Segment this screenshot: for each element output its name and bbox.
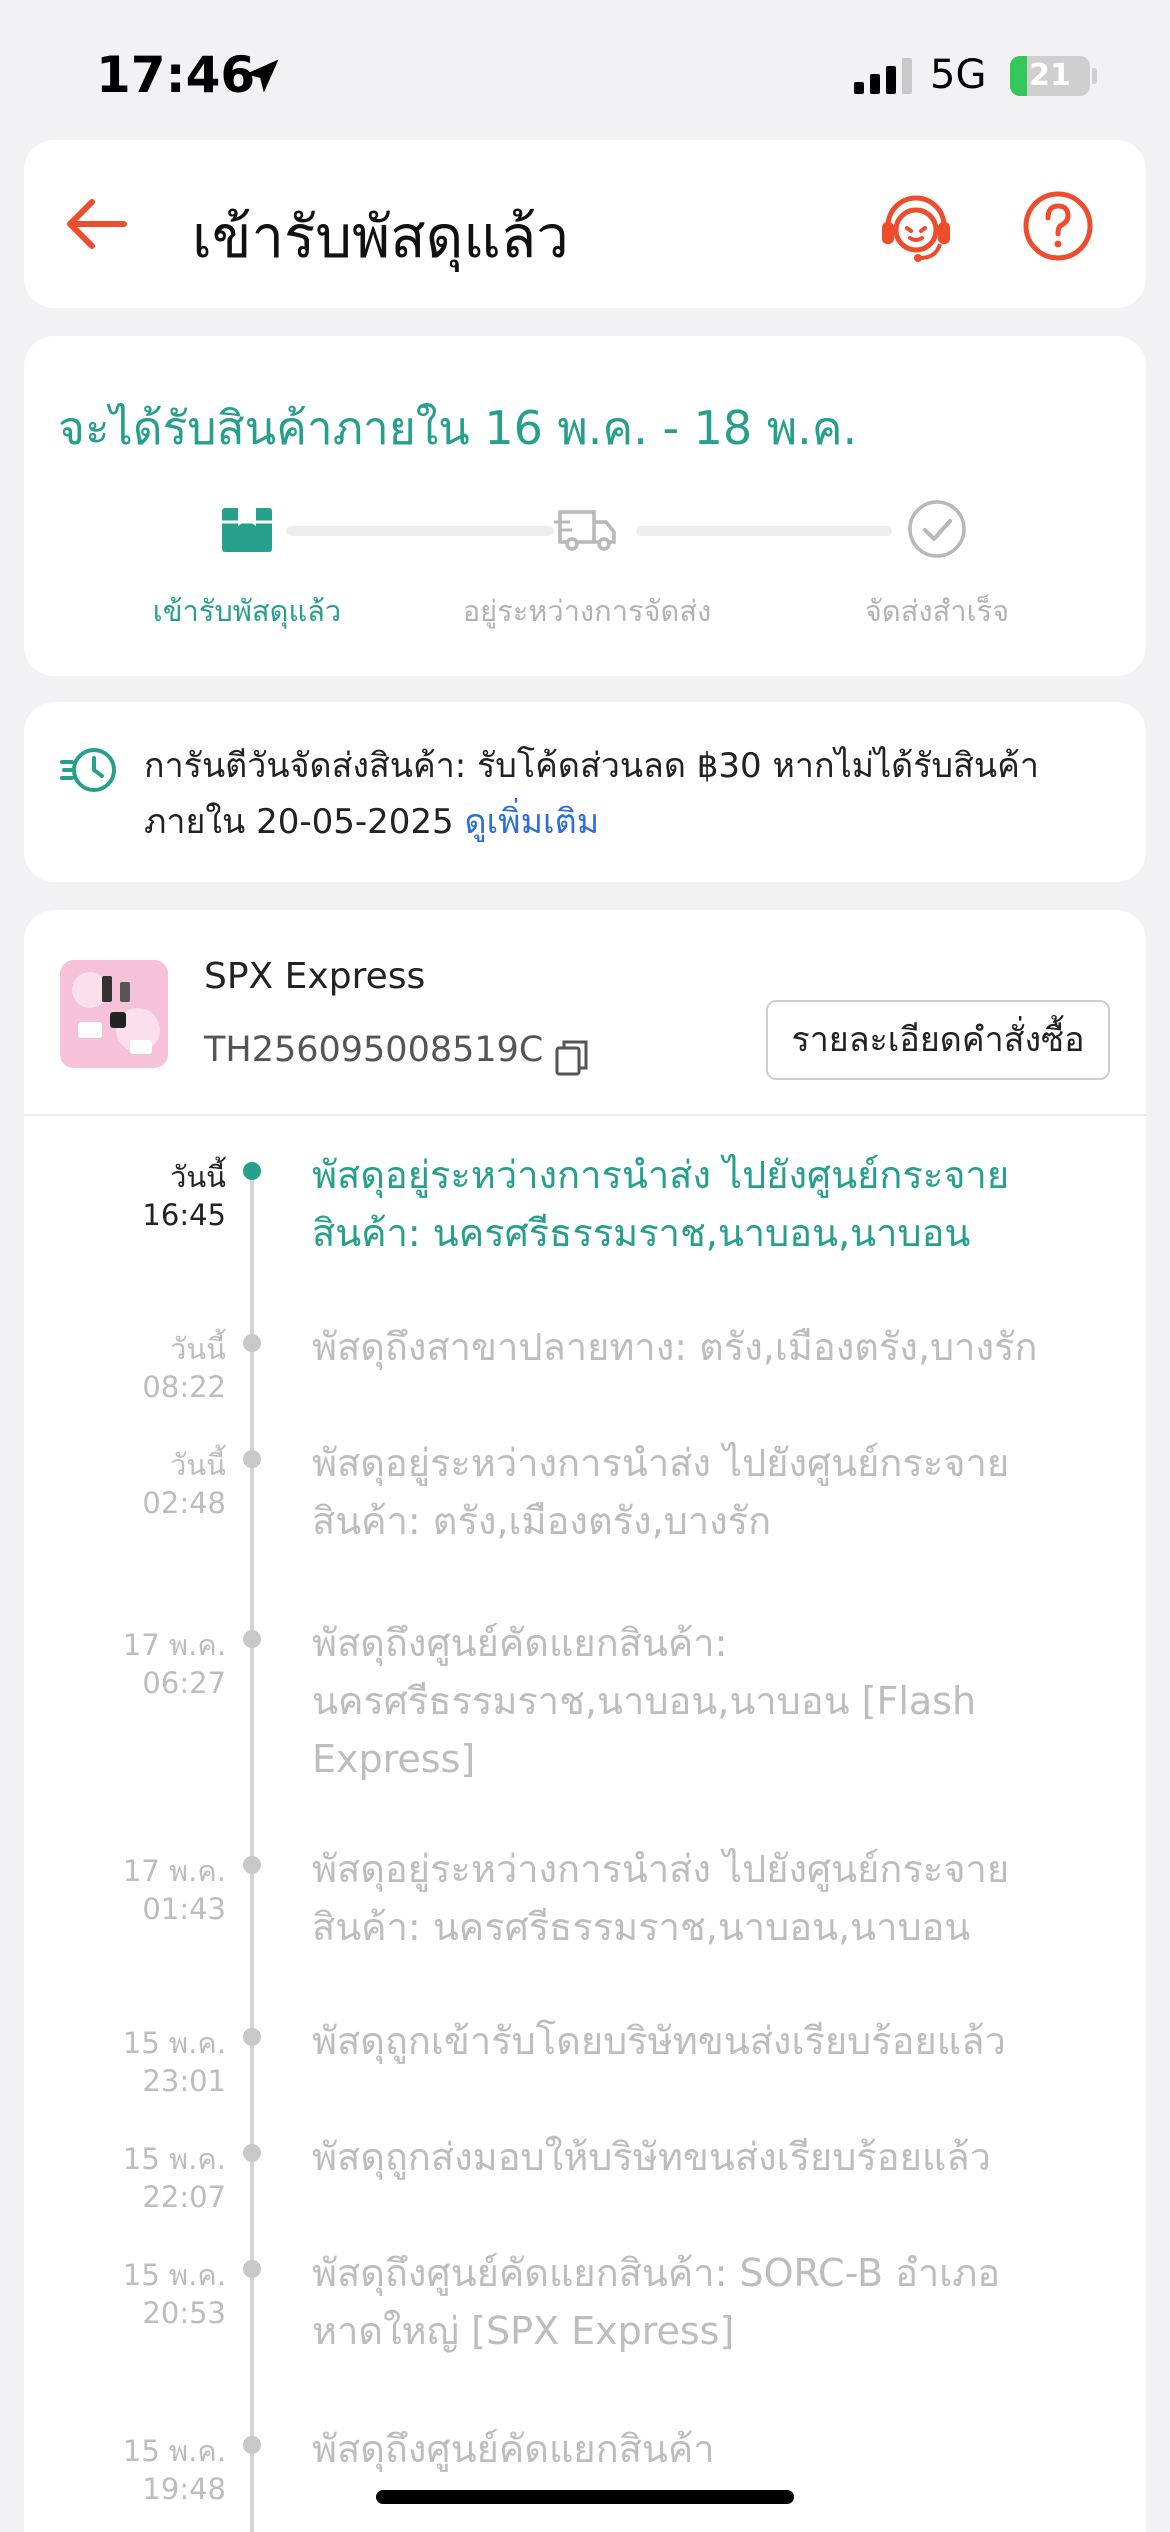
- event-dot: [243, 2436, 261, 2454]
- event-dot: [243, 1162, 261, 1180]
- event-text: พัสดุอยู่ระหว่างการนำส่ง ไปยังศูนย์กระจา…: [312, 1847, 1010, 1949]
- package-icon: [222, 508, 272, 552]
- event-day: 15 พ.ค.: [122, 2026, 226, 2060]
- event-dot: [243, 2028, 261, 2046]
- event-dot: [243, 2260, 261, 2278]
- event-text: พัสดุถึงศูนย์คัดแยกสินค้า: SORC-B อำเภอห…: [312, 2251, 1001, 2353]
- top-header: เข้ารับพัสดุแล้ว: [24, 140, 1146, 308]
- event-dot: [243, 1856, 261, 1874]
- event-time: 02:48: [142, 1486, 226, 1520]
- delivery-truck-icon: [554, 510, 616, 551]
- event-day: 15 พ.ค.: [122, 2258, 226, 2292]
- event-text: พัสดุถึงสาขาปลายทาง: ตรัง,เมืองตรัง,บางร…: [312, 1325, 1038, 1369]
- copy-icon[interactable]: [554, 1038, 590, 1078]
- event-time: 19:48: [142, 2472, 226, 2506]
- see-more-link[interactable]: ดูเพิ่มเติม: [464, 802, 599, 842]
- step-label-picked-up: เข้ารับพัสดุแล้ว: [152, 594, 342, 628]
- event-dot: [243, 2144, 261, 2162]
- event-text: พัสดุอยู่ระหว่างการนำส่ง ไปยังศูนย์กระจา…: [312, 1153, 1010, 1255]
- tracking-card: SPX Express TH256095008519C รายละเอียดคำ…: [24, 910, 1146, 2532]
- cellular-signal-icon: [854, 58, 912, 94]
- battery-cap: [1092, 68, 1097, 84]
- event-text: พัสดุถูกส่งมอบให้บริษัทขนส่งเรียบร้อยแล้…: [312, 2135, 992, 2179]
- event-day: 15 พ.ค.: [122, 2434, 226, 2468]
- fast-clock-icon: [60, 748, 116, 792]
- event-time: 06:27: [142, 1666, 226, 1700]
- event-text: พัสดุถึงศูนย์คัดแยกสินค้า: นครศรีธรรมราช…: [312, 1621, 977, 1781]
- delivery-guarantee-card[interactable]: การันตีวันจัดส่งสินค้า: รับโค้ดส่วนลด ฿3…: [24, 702, 1146, 882]
- event-time: 23:01: [142, 2064, 226, 2098]
- step-label-delivered: จัดส่งสำเร็จ: [864, 594, 1010, 628]
- event-time: 22:07: [142, 2180, 226, 2214]
- carrier-name: SPX Express: [204, 956, 426, 997]
- event-time: 01:43: [142, 1892, 226, 1926]
- timeline-line: [250, 1168, 254, 2532]
- page-title: เข้ารับพัสดุแล้ว: [192, 203, 569, 271]
- event-day: วันนี้: [170, 1448, 226, 1482]
- delivery-estimate-card: จะได้รับสินค้าภายใน 16 พ.ค. - 18 พ.ค. เข…: [24, 336, 1146, 676]
- progress-line: [286, 526, 554, 536]
- battery-icon: 21: [1010, 56, 1090, 96]
- tracking-number: TH256095008519C: [204, 1030, 544, 1070]
- guarantee-text: การันตีวันจัดส่งสินค้า: รับโค้ดส่วนลด ฿3…: [144, 738, 1116, 850]
- status-time: 17:46: [96, 46, 256, 104]
- help-icon[interactable]: [1016, 184, 1100, 268]
- step-label-in-transit: อยู่ระหว่างการจัดส่ง: [462, 594, 712, 628]
- event-day: วันนี้: [170, 1332, 226, 1366]
- divider: [24, 1114, 1146, 1116]
- event-dot: [243, 1450, 261, 1468]
- event-text: พัสดุอยู่ระหว่างการนำส่ง ไปยังศูนย์กระจา…: [312, 1441, 1010, 1543]
- delivery-estimate-title: จะได้รับสินค้าภายใน 16 พ.ค. - 18 พ.ค.: [58, 401, 858, 455]
- customer-support-icon[interactable]: [874, 184, 958, 268]
- event-day: วันนี้: [170, 1160, 226, 1194]
- status-bar: 17:46 5G 21: [0, 0, 1170, 140]
- home-indicator[interactable]: [376, 2490, 794, 2504]
- network-type: 5G: [930, 52, 987, 98]
- location-arrow-icon: [245, 59, 279, 93]
- back-arrow-icon[interactable]: [60, 188, 132, 260]
- event-day: 17 พ.ค.: [122, 1628, 226, 1662]
- event-time: 08:22: [142, 1370, 226, 1404]
- battery-level: 21: [1029, 58, 1071, 93]
- event-day: 17 พ.ค.: [122, 1854, 226, 1888]
- product-thumbnail[interactable]: [60, 960, 168, 1068]
- order-details-button[interactable]: รายละเอียดคำสั่งซื้อ: [766, 1000, 1110, 1080]
- check-circle-icon: [908, 500, 966, 558]
- event-dot: [243, 1334, 261, 1352]
- event-time: 20:53: [142, 2296, 226, 2330]
- event-time: 16:45: [142, 1198, 226, 1232]
- progress-line: [636, 526, 892, 536]
- event-text: พัสดุถึงศูนย์คัดแยกสินค้า: [312, 2427, 715, 2471]
- event-day: 15 พ.ค.: [122, 2142, 226, 2176]
- event-text: พัสดุถูกเข้ารับโดยบริษัทขนส่งเรียบร้อยแล…: [312, 2019, 1006, 2063]
- event-dot: [243, 1630, 261, 1648]
